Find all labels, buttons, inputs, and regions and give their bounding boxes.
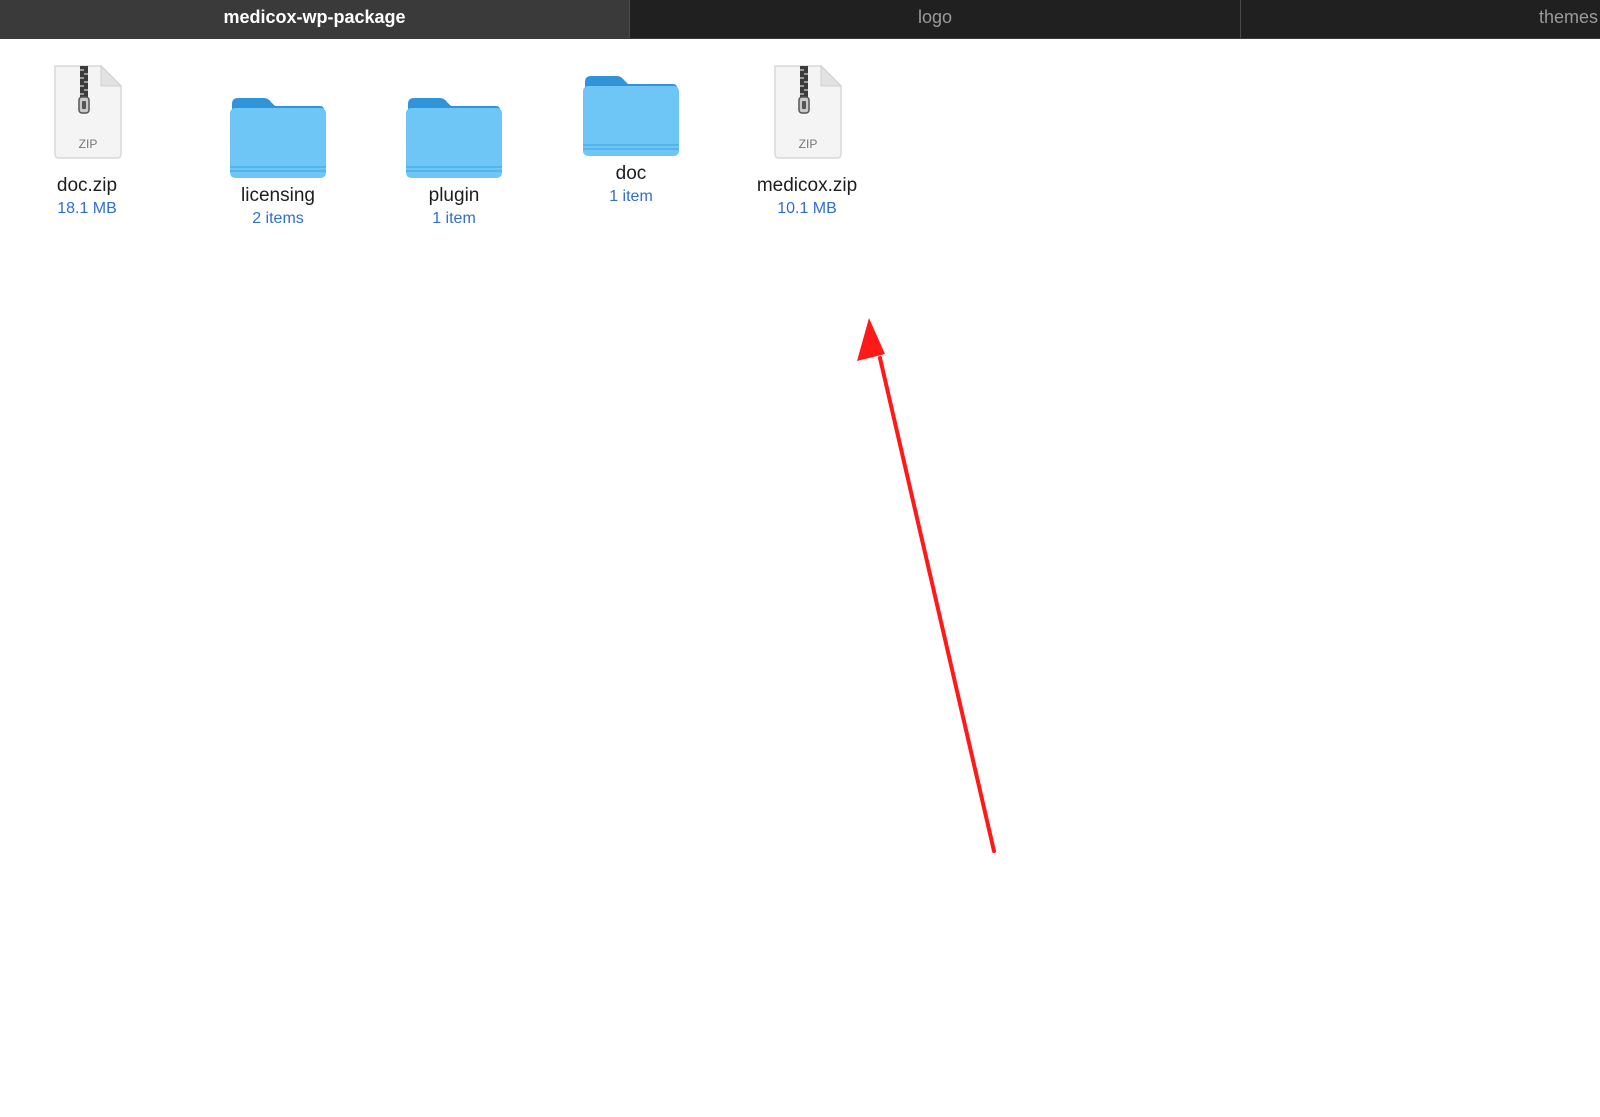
file-size: 18.1 MB [57,200,117,217]
zip-archive-icon: ZIP [727,64,887,160]
zip-archive-icon: ZIP [7,64,167,160]
file-name: medicox.zip [756,175,858,196]
folder-item-plugin[interactable]: plugin 1 item [374,94,534,230]
tab-themes[interactable]: themes [1241,0,1600,38]
file-size: 10.1 MB [777,200,837,217]
zip-label: ZIP [799,137,818,151]
file-name: doc.zip [56,175,118,196]
tab-medicox-wp-package[interactable]: medicox-wp-package [0,0,630,38]
file-name: plugin [428,185,480,206]
folder-item-licensing[interactable]: licensing 2 items [198,94,358,230]
tab-logo[interactable]: logo [630,0,1241,38]
folder-item-doc[interactable]: doc 1 item [551,72,711,208]
file-name: licensing [241,185,315,206]
folder-icon [551,72,711,158]
item-count: 2 items [252,210,304,227]
item-count: 1 item [432,210,476,227]
item-count: 1 item [609,188,653,205]
zip-label: ZIP [79,137,98,151]
file-item-doc-zip[interactable]: ZIP doc.zip 18.1 MB [7,64,167,220]
folder-icon [374,94,534,180]
tab-bar: medicox-wp-package logo themes [0,0,1600,39]
file-item-medicox-zip[interactable]: ZIP medicox.zip 10.1 MB [727,64,887,220]
folder-icon [198,94,358,180]
file-name: doc [615,163,647,184]
file-grid: ZIP doc.zip 18.1 MB licensing 2 items pl… [0,39,1600,1117]
